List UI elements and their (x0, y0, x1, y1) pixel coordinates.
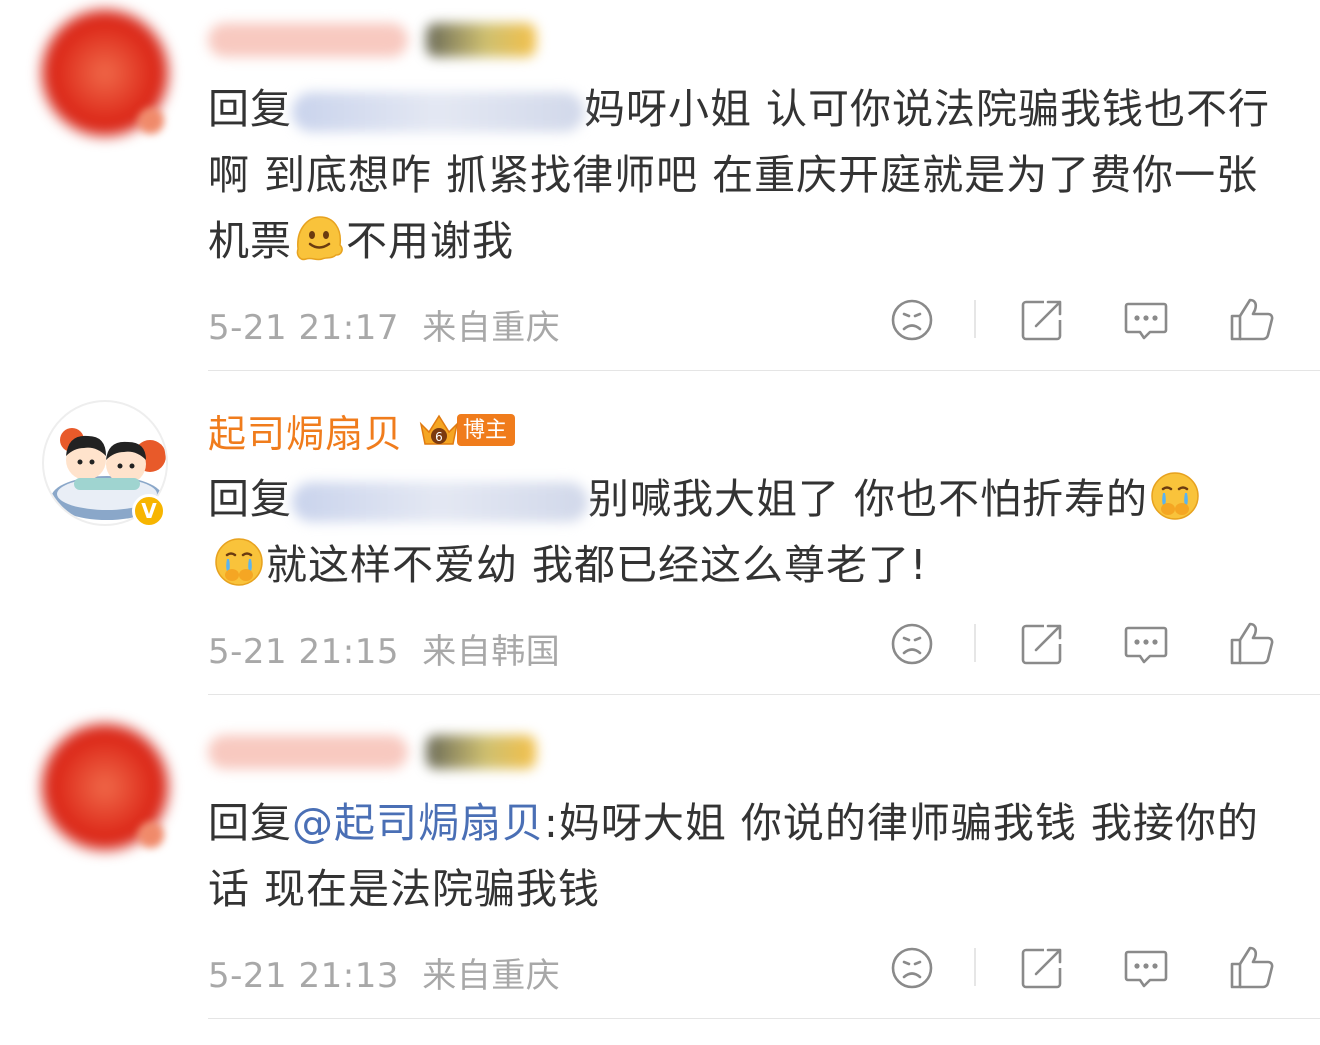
crying-face-icon (1151, 472, 1199, 520)
comment-body-tail: 不用谢我 (346, 217, 514, 265)
action-separator (974, 948, 976, 986)
mention-link[interactable]: @起司焗扇贝 (292, 799, 544, 847)
username-row (208, 12, 536, 68)
like-icon[interactable] (1224, 616, 1280, 672)
mention-blurred[interactable] (292, 92, 584, 132)
avatar-badge (138, 108, 164, 134)
avatar-badge (138, 822, 164, 848)
user-badge-blurred (426, 23, 536, 57)
timestamp: 5-21 21:15 (208, 632, 399, 672)
comment-text: 回复@起司焗扇贝:妈呀大姐 你说的律师骗我钱 我接你的话 现在是法院骗我钱 (208, 790, 1298, 922)
comment-body-line2: 就这样不爱幼 我都已经这么尊老了! (266, 541, 928, 589)
like-icon[interactable] (1224, 292, 1280, 348)
comment-icon[interactable] (1118, 292, 1174, 348)
comment-meta: 5-21 21:17 来自重庆 (208, 300, 560, 349)
comment-text: 回复 妈呀小姐 认可你说法院骗我钱也不行啊 到底想咋 抓紧找律师吧 在重庆开庭就是… (208, 76, 1298, 274)
share-icon[interactable] (1014, 292, 1070, 348)
comment-icon[interactable] (1118, 616, 1174, 672)
like-icon[interactable] (1224, 940, 1280, 996)
dislike-icon[interactable] (884, 616, 940, 672)
comment-text: 回复 别喊我大姐了 你也不怕折寿的 就这样不爱幼 我都已经这么尊老了! (208, 466, 1298, 598)
divider (208, 694, 1320, 695)
timestamp: 5-21 21:17 (208, 308, 399, 348)
username-row (208, 724, 536, 780)
divider (208, 370, 1320, 371)
username-blurred[interactable] (208, 735, 408, 769)
comment-body: 别喊我大姐了 你也不怕折寿的 (588, 475, 1149, 523)
username-row: 起司焗扇贝 6 博主 (208, 402, 516, 458)
divider (208, 1018, 1320, 1019)
dislike-icon[interactable] (884, 292, 940, 348)
location: 来自韩国 (422, 632, 561, 672)
username-blurred[interactable] (208, 23, 408, 57)
dislike-icon[interactable] (884, 940, 940, 996)
reply-prefix: 回复 (208, 799, 292, 847)
location: 来自重庆 (422, 308, 561, 348)
badge-level: 6 (435, 430, 443, 444)
melting-face-icon (296, 216, 343, 261)
comment-actions (880, 616, 1280, 672)
user-badge-blurred (426, 735, 536, 769)
username[interactable]: 起司焗扇贝 (208, 403, 403, 458)
comment-meta: 5-21 21:13 来自重庆 (208, 948, 560, 997)
comment-actions (880, 292, 1280, 348)
action-separator (974, 300, 976, 338)
crown-icon: 6 (419, 414, 459, 445)
comment-icon[interactable] (1118, 940, 1174, 996)
comment-actions (880, 940, 1280, 996)
reply-prefix: 回复 (208, 85, 292, 133)
comment-meta: 5-21 21:15 来自韩国 (208, 624, 560, 673)
crying-face-icon (215, 538, 263, 586)
location: 来自重庆 (422, 956, 561, 996)
action-separator (974, 624, 976, 662)
reply-prefix: 回复 (208, 475, 292, 523)
mention-blurred[interactable] (292, 482, 588, 522)
verified-badge: V (132, 494, 166, 528)
share-icon[interactable] (1014, 616, 1070, 672)
badge-label: 博主 (457, 414, 516, 446)
blogger-badge[interactable]: 6 博主 (417, 410, 516, 450)
timestamp: 5-21 21:13 (208, 956, 399, 996)
share-icon[interactable] (1014, 940, 1070, 996)
